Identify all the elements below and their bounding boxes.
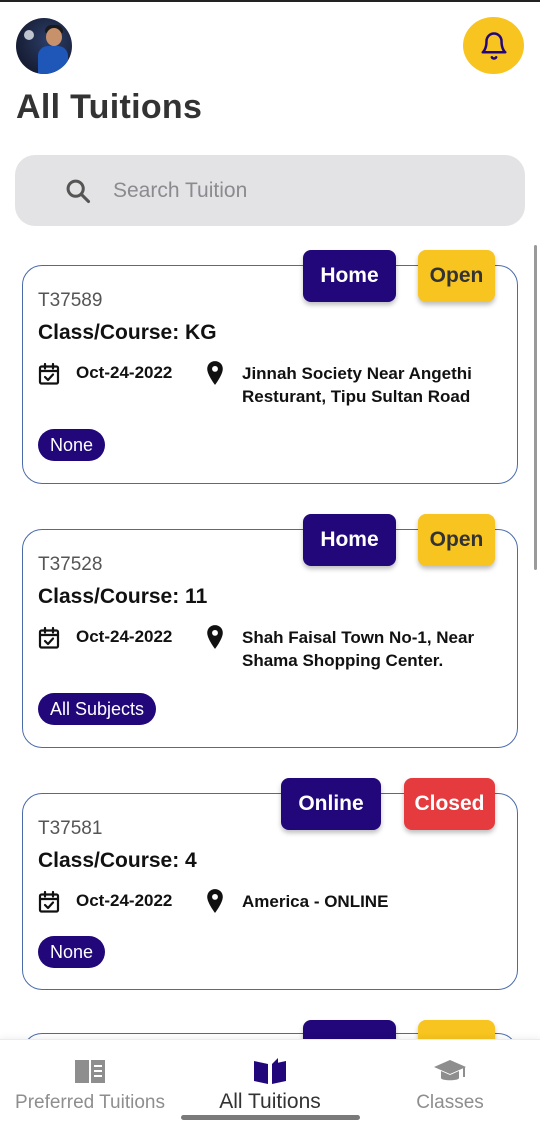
nav-label: Classes	[416, 1092, 484, 1113]
tuition-course: Class/Course: 11	[38, 585, 208, 608]
nav-item-preferred-tuitions[interactable]: Preferred Tuitions	[4, 1040, 176, 1123]
calendar-icon	[38, 890, 60, 913]
graduation-cap-icon	[433, 1056, 467, 1086]
calendar-icon	[38, 362, 60, 385]
tuition-address: Shah Faisal Town No-1, Near Shama Shoppi…	[242, 628, 475, 670]
book-list-icon	[73, 1056, 107, 1086]
page-title: All Tuitions	[16, 88, 203, 126]
notifications-button[interactable]	[463, 17, 524, 74]
location-pin-icon	[207, 361, 223, 385]
calendar-icon	[38, 626, 60, 649]
subject-badge: None	[38, 936, 106, 968]
tuition-date: Oct-24-2022	[76, 891, 173, 910]
tuition-course: Class/Course: 4	[38, 849, 197, 872]
open-book-icon	[252, 1056, 288, 1086]
nav-item-classes[interactable]: Classes	[375, 1040, 525, 1123]
status-badge: Open	[418, 250, 495, 302]
tuition-address: America - ONLINE	[242, 892, 389, 911]
mode-badge: Online	[281, 778, 381, 830]
tuition-date: Oct-24-2022	[76, 363, 173, 382]
search-icon	[63, 176, 93, 206]
mode-badge: Home	[303, 250, 396, 302]
tuition-code: T37589	[38, 290, 103, 311]
mode-badge: Home	[303, 514, 396, 566]
nav-label: All Tuitions	[219, 1090, 321, 1113]
nav-item-all-tuitions[interactable]: All Tuitions	[185, 1040, 355, 1123]
search-input[interactable]	[113, 178, 453, 203]
status-bar-line	[0, 0, 540, 2]
avatar[interactable]	[16, 18, 72, 74]
location-pin-icon	[207, 625, 223, 649]
status-badge: Open	[418, 514, 495, 566]
subject-badge: None	[38, 429, 106, 461]
status-badge: Closed	[404, 778, 495, 830]
tuition-date: Oct-24-2022	[76, 627, 173, 646]
location-pin-icon	[207, 889, 223, 913]
tuition-course: Class/Course: KG	[38, 321, 217, 344]
bottom-nav: Preferred Tuitions All Tuitions Classes	[0, 1039, 540, 1123]
tuition-code: T37581	[38, 818, 103, 839]
search-bar[interactable]	[15, 155, 525, 226]
subject-badge: All Subjects	[38, 693, 157, 725]
tuition-address: Jinnah Society Near Angethi Resturant, T…	[242, 364, 472, 406]
home-indicator	[181, 1115, 360, 1120]
bell-icon	[481, 31, 506, 60]
tuition-code: T37528	[38, 554, 103, 575]
scrollbar[interactable]	[534, 245, 537, 570]
nav-label: Preferred Tuitions	[15, 1092, 165, 1113]
